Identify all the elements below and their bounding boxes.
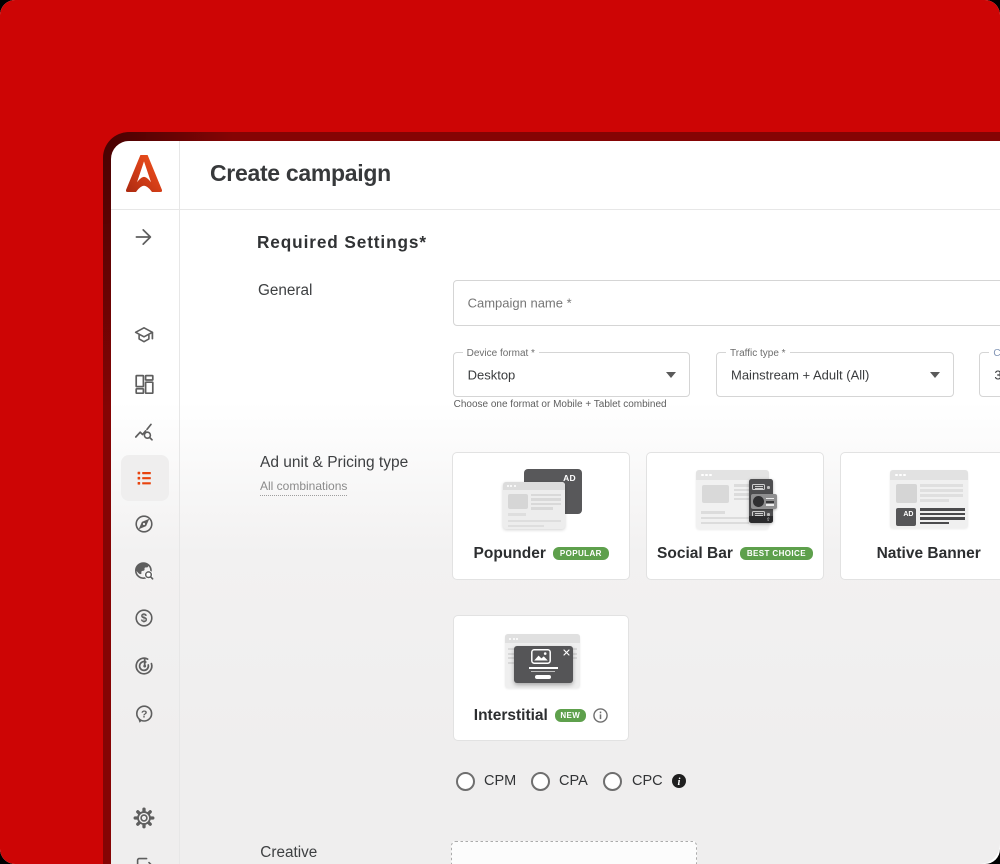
svg-text:?: ?	[141, 708, 147, 720]
svg-text:$: $	[141, 613, 148, 625]
svg-text:i: i	[678, 776, 681, 787]
